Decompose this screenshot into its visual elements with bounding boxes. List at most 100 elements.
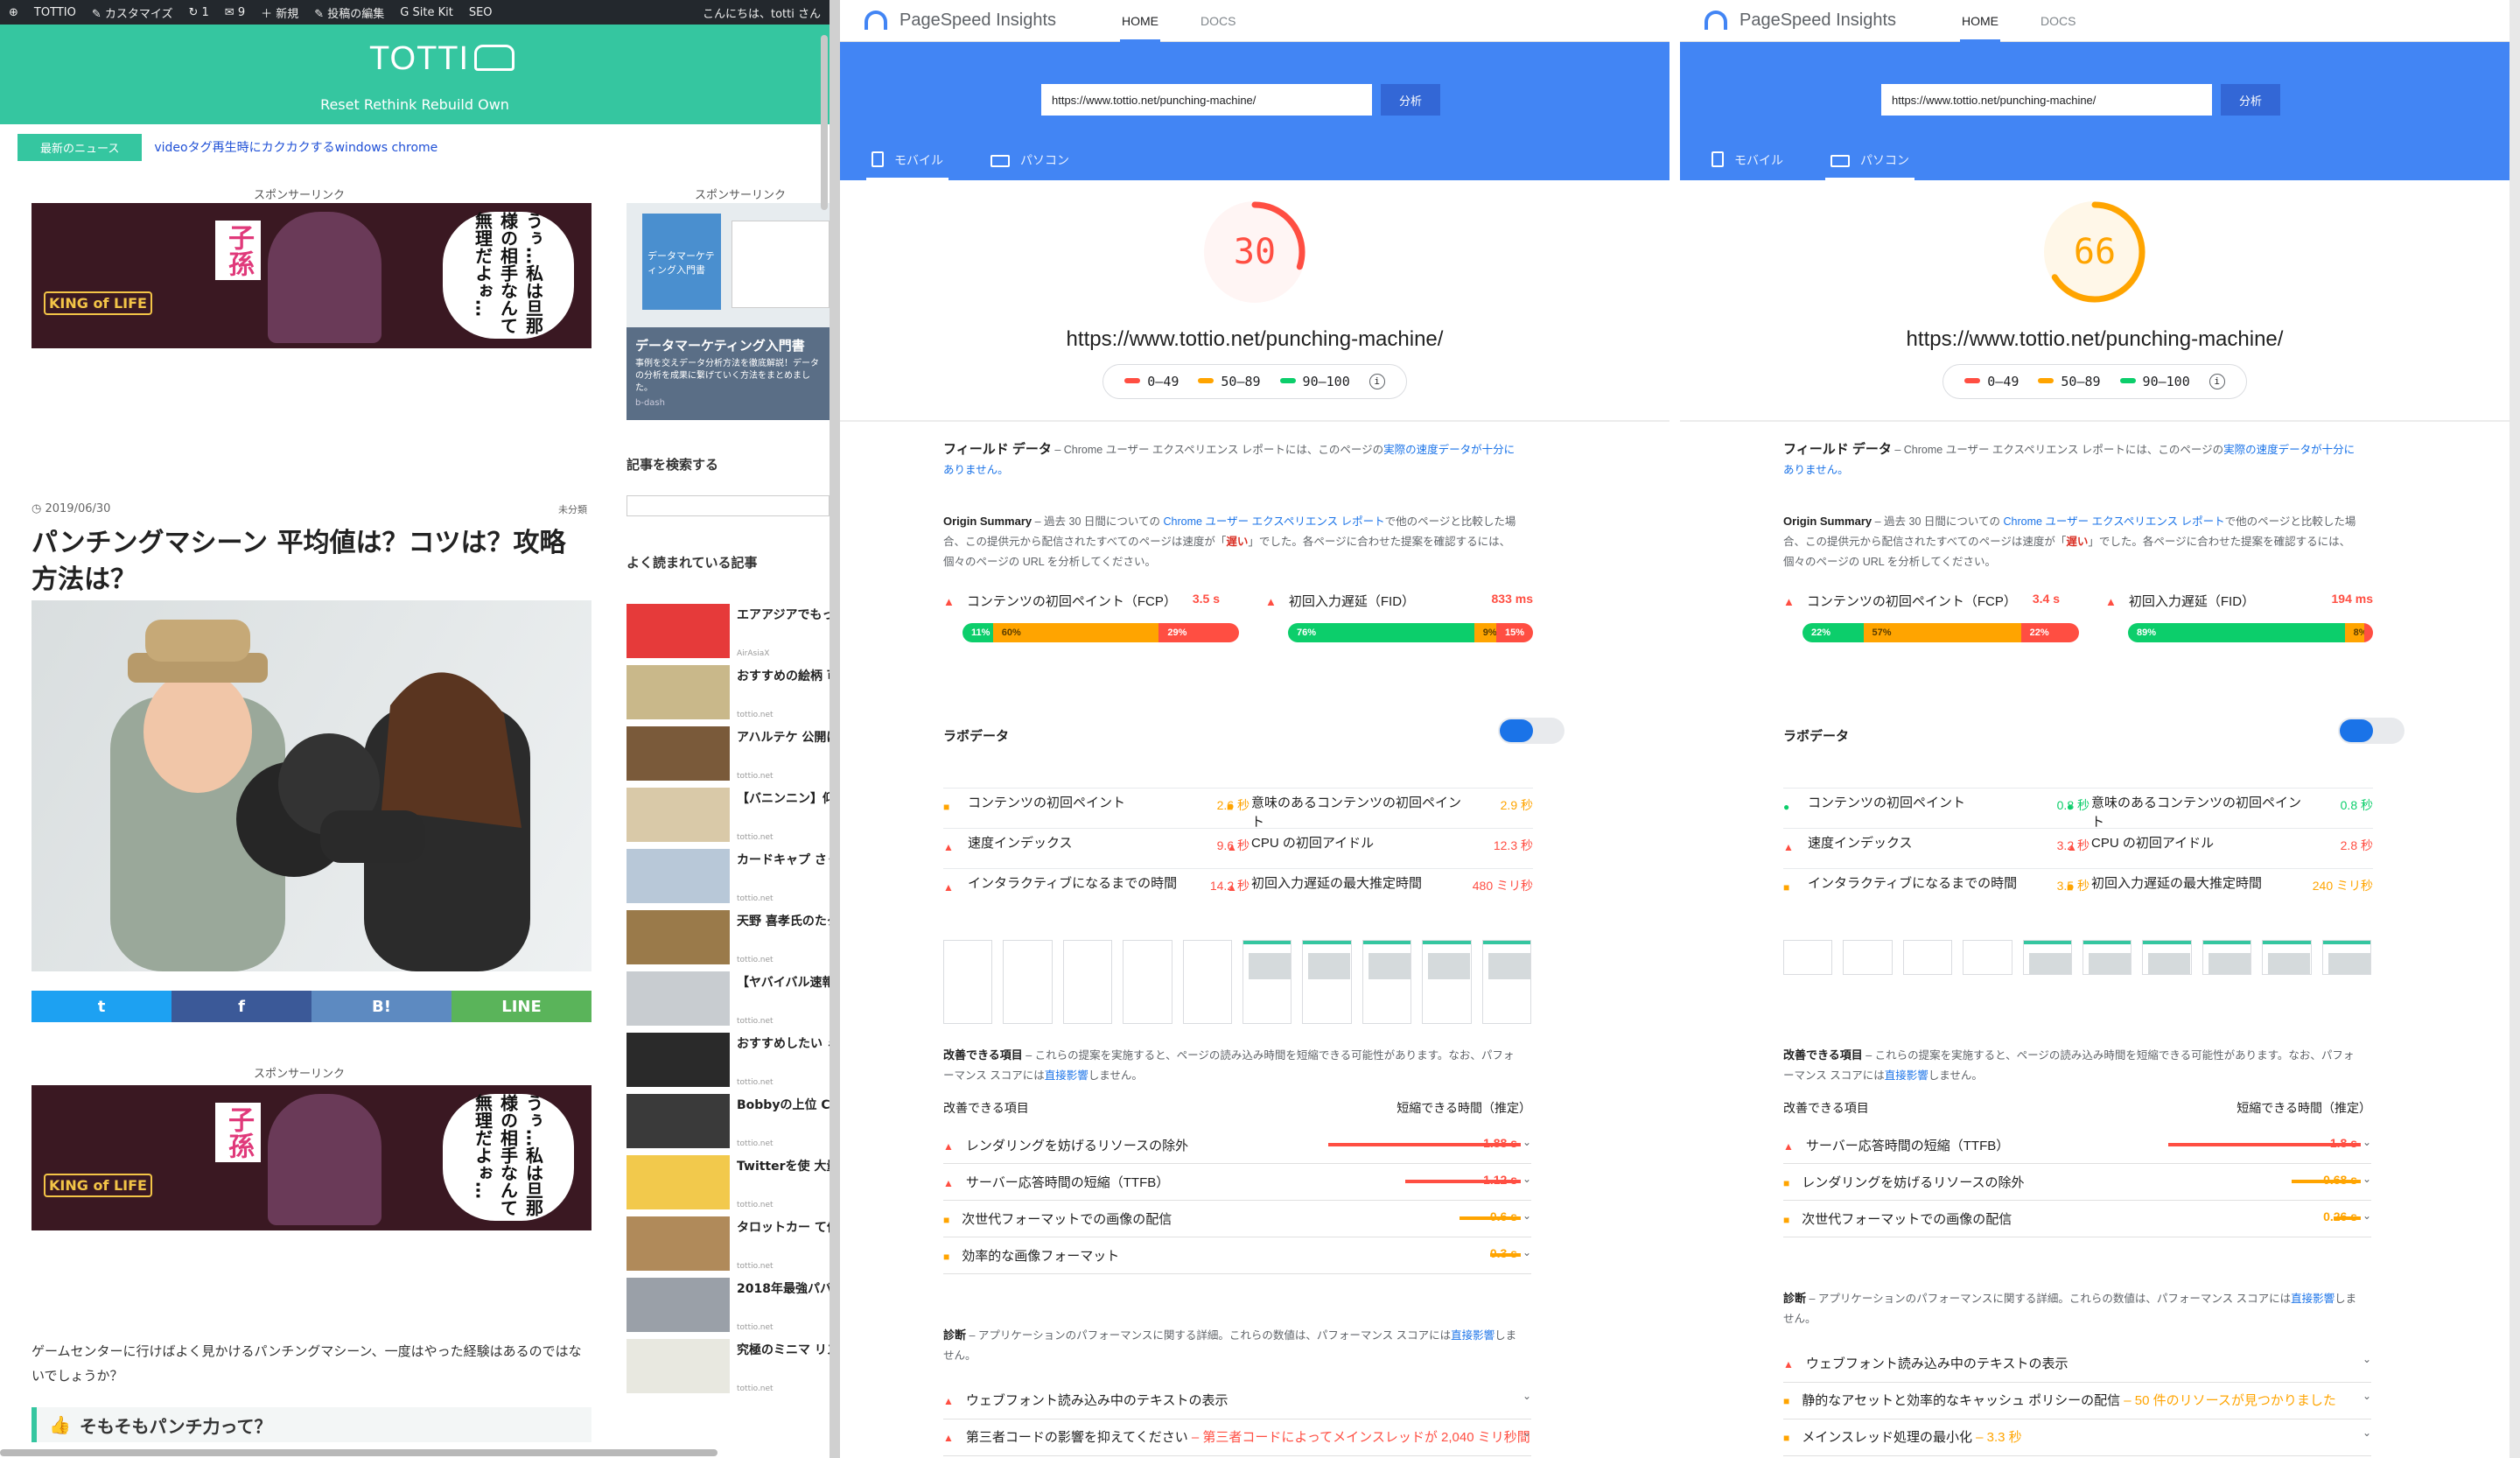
- info-icon[interactable]: i: [1368, 374, 1385, 389]
- tab-desktop[interactable]: パソコン: [985, 140, 1074, 180]
- lab-view-toggle[interactable]: [1498, 718, 1564, 744]
- opportunity-row[interactable]: ■ 効率的な画像フォーマット 0.3 s ⌄: [943, 1239, 1531, 1274]
- direct-impact-link[interactable]: 直接影響: [1451, 1329, 1494, 1342]
- tab-mobile[interactable]: モバイル: [866, 140, 948, 180]
- nav-docs-tab[interactable]: DOCS: [1200, 0, 1236, 42]
- popular-item[interactable]: タロットカー て何枚ですか tottio.net: [626, 1216, 830, 1271]
- search-input[interactable]: [626, 495, 830, 516]
- direct-impact-link[interactable]: 直接影響: [1045, 1069, 1088, 1082]
- diagnostic-row[interactable]: ▲ ウェブフォント読み込み中のテキストの表示 ⌄: [943, 1383, 1531, 1419]
- popular-thumbnail: [626, 726, 730, 781]
- chevron-down-icon[interactable]: ⌄: [2362, 1353, 2371, 1365]
- admin-sitekit-link[interactable]: G Site Kit: [400, 6, 453, 19]
- popular-item[interactable]: Twitterを使 大量生産型 tottio.net: [626, 1155, 830, 1209]
- popular-title: おすすめしたい ミニマリスト: [737, 1037, 830, 1051]
- lab-metric-label: 意味のあるコンテンツの初回ペイント: [2091, 796, 2302, 830]
- share-twitter-button[interactable]: t: [32, 991, 172, 1022]
- crux-link[interactable]: Chrome ユーザー エクスペリエンス レポート: [1164, 515, 1385, 528]
- post-excerpt: ゲームセンターに行けばよく見かけるパンチングマシーン、一度はやった経験はあるので…: [32, 1343, 582, 1384]
- frame-header: [2083, 941, 2132, 944]
- filmstrip: [943, 940, 1532, 1024]
- popular-item[interactable]: 【ヤバイバル速報】西野未姫 tottio.net: [626, 971, 830, 1026]
- opportunity-row[interactable]: ▲ サーバー応答時間の短縮（TTFB） 1.12 s ⌄: [943, 1166, 1531, 1201]
- admin-updates-link[interactable]: ↻ 1: [188, 6, 208, 19]
- opportunity-row[interactable]: ■ レンダリングを妨げるリソースの除外 0.68 s ⌄: [1783, 1166, 2371, 1201]
- popular-title: アハルテケ 公開はされる: [737, 731, 830, 745]
- mobile-icon: [1712, 151, 1724, 167]
- chevron-down-icon[interactable]: ⌄: [1522, 1136, 1531, 1148]
- share-facebook-button[interactable]: f: [172, 991, 312, 1022]
- chevron-down-icon[interactable]: ⌄: [1522, 1209, 1531, 1222]
- frame-image: [2089, 953, 2132, 974]
- direct-impact-link[interactable]: 直接影響: [2291, 1293, 2334, 1305]
- psi-brand[interactable]: PageSpeed Insights: [1740, 11, 1896, 31]
- popular-item[interactable]: Bobbyの上位 ClickPackPro tottio.net: [626, 1094, 830, 1148]
- vertical-scrollbar[interactable]: [821, 35, 828, 210]
- filmstrip-frame: [1123, 940, 1172, 1024]
- direct-impact-link[interactable]: 直接影響: [1885, 1069, 1928, 1082]
- news-link[interactable]: videoタグ再生時にカクカクするwindows chrome: [154, 138, 438, 156]
- share-hatena-button[interactable]: B!: [312, 991, 452, 1022]
- ad-banner-top[interactable]: KING of LIFE 子孫 うぅ…私は旦那様の相手なんて無理だよぉ…: [32, 203, 592, 348]
- frame-header: [1362, 941, 1411, 944]
- opportunity-row[interactable]: ▲ レンダリングを妨げるリソースの除外 1.88 s ⌄: [943, 1129, 1531, 1164]
- admin-new-link[interactable]: ＋ 新規: [261, 4, 298, 21]
- nav-home-tab[interactable]: HOME: [1120, 0, 1160, 42]
- side-ad[interactable]: データマーケティング入門書 データマーケティング入門書 事例を交えデータ分析方法…: [626, 203, 830, 420]
- tab-desktop[interactable]: パソコン: [1825, 140, 1914, 180]
- popular-item[interactable]: おすすめしたい ミニマリスト tottio.net: [626, 1033, 830, 1087]
- ad-banner-bottom[interactable]: KING of LIFE 子孫 うぅ…私は旦那様の相手なんて無理だよぉ…: [32, 1085, 592, 1230]
- popular-item[interactable]: 天野 喜孝氏のたタロット tottio.net: [626, 910, 830, 964]
- chevron-down-icon[interactable]: ⌄: [2362, 1173, 2371, 1185]
- nav-home-tab[interactable]: HOME: [1960, 0, 2000, 42]
- popular-item[interactable]: 究極のミニマ リストはバッグ tottio.net: [626, 1339, 830, 1393]
- admin-customize-link[interactable]: ✎ カスタマイズ: [92, 4, 173, 21]
- chevron-down-icon[interactable]: ⌄: [1522, 1173, 1531, 1185]
- chevron-down-icon[interactable]: ⌄: [2362, 1390, 2371, 1402]
- frame-header: [1303, 941, 1351, 944]
- popular-item[interactable]: カードキャプ さくらの tottio.net: [626, 849, 830, 903]
- popular-item[interactable]: おすすめの絵柄 可愛いタロット tottio.net: [626, 665, 830, 719]
- psi-brand[interactable]: PageSpeed Insights: [900, 11, 1056, 31]
- popular-item[interactable]: 【バニンニン】仰向けで寝るス tottio.net: [626, 788, 830, 842]
- popular-item[interactable]: 2018年最強パバック tottio.net: [626, 1278, 830, 1332]
- chevron-down-icon[interactable]: ⌄: [1522, 1390, 1531, 1402]
- url-input[interactable]: [1881, 84, 2212, 116]
- diagnostic-row[interactable]: ■ メインスレッド処理の最小化 – 3.3 秒 ⌄: [1783, 1419, 2371, 1456]
- lab-metric-label: 初回入力遅延の最大推定時間: [2091, 876, 2263, 891]
- tab-mobile[interactable]: モバイル: [1706, 140, 1788, 180]
- wordpress-icon[interactable]: ⊕: [9, 6, 18, 19]
- url-input[interactable]: [1041, 84, 1372, 116]
- diagnostics-section: 診断 – アプリケーションのパフォーマンスに関する詳細。これらの数値は、パフォー…: [1783, 1292, 2357, 1325]
- chevron-down-icon[interactable]: ⌄: [2362, 1209, 2371, 1222]
- horizontal-scrollbar[interactable]: [0, 1449, 718, 1456]
- admin-seo-link[interactable]: SEO: [469, 6, 493, 19]
- share-line-button[interactable]: LINE: [452, 991, 592, 1022]
- pass-circle-icon: ●: [2067, 801, 2074, 813]
- post-category[interactable]: 未分類: [558, 502, 587, 516]
- info-icon[interactable]: i: [2208, 374, 2225, 389]
- crux-link[interactable]: Chrome ユーザー エクスペリエンス レポート: [2004, 515, 2225, 528]
- opportunity-row[interactable]: ■ 次世代フォーマットでの画像の配信 0.26 s ⌄: [1783, 1202, 2371, 1237]
- popular-item[interactable]: エアアジアでもっとお得に AirAsiaX: [626, 604, 830, 658]
- admin-site-link[interactable]: TOTTIO: [34, 6, 76, 19]
- popular-item[interactable]: アハルテケ 公開はされる tottio.net: [626, 726, 830, 781]
- chevron-down-icon[interactable]: ⌄: [2362, 1426, 2371, 1439]
- lab-data-title: ラボデータ: [943, 729, 1010, 744]
- lab-view-toggle[interactable]: [2338, 718, 2404, 744]
- chevron-down-icon[interactable]: ⌄: [1522, 1246, 1531, 1258]
- analyze-button[interactable]: 分析: [2221, 84, 2280, 116]
- analyze-button[interactable]: 分析: [1381, 84, 1440, 116]
- admin-edit-post-link[interactable]: ✎ 投稿の編集: [314, 4, 384, 21]
- admin-comments-link[interactable]: ✉ 9: [225, 6, 245, 19]
- chevron-down-icon[interactable]: ⌄: [1522, 1426, 1531, 1439]
- diagnostic-row[interactable]: ▲ 第三者コードの影響を抑えてください – 第三者コードによってメインスレッドが …: [943, 1419, 1531, 1456]
- nav-docs-tab[interactable]: DOCS: [2040, 0, 2076, 42]
- site-logo[interactable]: TOTTI: [369, 40, 515, 78]
- diagnostic-row[interactable]: ▲ ウェブフォント読み込み中のテキストの表示 ⌄: [1783, 1346, 2371, 1383]
- diagnostic-row[interactable]: ■ 静的なアセットと効率的なキャッシュ ポリシーの配信 – 50 件のリソースが見…: [1783, 1383, 2371, 1419]
- admin-greeting[interactable]: こんにちは、totti さん: [703, 4, 821, 21]
- opportunity-row[interactable]: ■ 次世代フォーマットでの画像の配信 0.6 s ⌄: [943, 1202, 1531, 1237]
- chevron-down-icon[interactable]: ⌄: [2362, 1136, 2371, 1148]
- opportunity-row[interactable]: ▲ サーバー応答時間の短縮（TTFB） 1.8 s ⌄: [1783, 1129, 2371, 1164]
